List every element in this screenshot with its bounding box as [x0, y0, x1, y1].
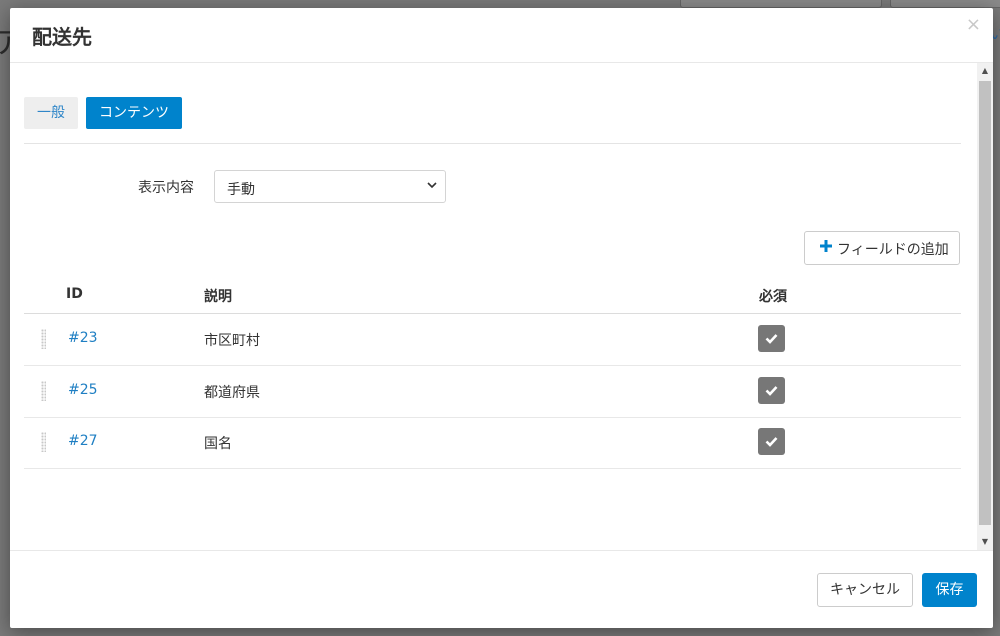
field-description: 都道府県: [204, 385, 260, 401]
vertical-scrollbar[interactable]: ▲ ▼: [977, 63, 993, 550]
field-id-link[interactable]: #23: [68, 330, 98, 346]
drag-handle-icon[interactable]: [41, 381, 46, 401]
display-content-label: 表示内容: [138, 180, 194, 196]
field-description: 国名: [204, 436, 232, 452]
drag-handle-icon[interactable]: [41, 432, 46, 452]
table-row: #25 都道府県: [24, 366, 961, 418]
plus-icon: [820, 240, 832, 252]
column-header-required: 必須: [759, 289, 787, 305]
required-checkbox[interactable]: [758, 428, 785, 455]
table-row: #27 国名: [24, 417, 961, 469]
shipping-address-dialog: 配送先 × 一般 コンテンツ 表示内容 手動 フィールドの追加 ID 説明 必須…: [10, 8, 993, 628]
dialog-body: 一般 コンテンツ 表示内容 手動 フィールドの追加 ID 説明 必須 #23 市…: [10, 63, 977, 550]
table-row: #23 市区町村: [24, 314, 961, 366]
dialog-header: 配送先 ×: [10, 8, 993, 63]
scroll-up-icon[interactable]: ▲: [977, 63, 993, 79]
check-icon: [765, 437, 778, 447]
column-header-description: 説明: [204, 289, 232, 305]
field-id-link[interactable]: #25: [68, 382, 98, 398]
tab-bar: 一般 コンテンツ: [24, 97, 182, 129]
display-content-select[interactable]: 手動: [214, 170, 446, 203]
drag-handle-icon[interactable]: [41, 329, 46, 349]
tab-contents[interactable]: コンテンツ: [86, 97, 182, 129]
column-header-id: ID: [66, 286, 83, 302]
save-button[interactable]: 保存: [922, 573, 977, 607]
required-checkbox[interactable]: [758, 377, 785, 404]
scrollbar-thumb[interactable]: [979, 81, 991, 525]
check-icon: [765, 386, 778, 396]
add-field-label: フィールドの追加: [837, 242, 949, 258]
display-content-value: 手動: [227, 182, 255, 198]
field-id-link[interactable]: #27: [68, 433, 98, 449]
chevron-down-icon: [427, 182, 437, 189]
background-button: [680, 0, 882, 8]
required-checkbox[interactable]: [758, 325, 785, 352]
background-button: [890, 0, 1000, 8]
tab-general[interactable]: 一般: [24, 97, 78, 129]
check-icon: [765, 334, 778, 344]
add-field-button[interactable]: フィールドの追加: [804, 231, 960, 265]
close-icon[interactable]: ×: [966, 16, 981, 34]
field-description: 市区町村: [204, 333, 260, 349]
scroll-down-icon[interactable]: ▼: [977, 534, 993, 550]
dialog-title: 配送先: [32, 25, 92, 49]
divider: [24, 143, 961, 144]
cancel-button[interactable]: キャンセル: [817, 573, 913, 607]
dialog-footer: キャンセル 保存: [10, 550, 993, 628]
